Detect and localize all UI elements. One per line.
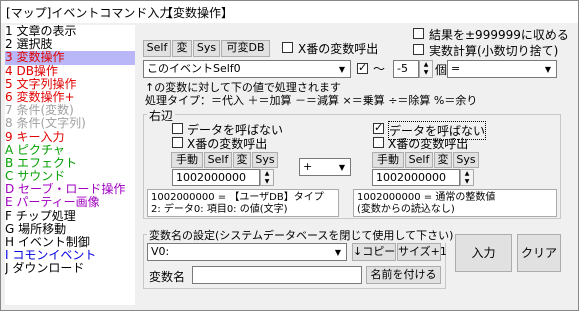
- right-x-call-checkbox[interactable]: [373, 137, 384, 148]
- assign-op-value: =: [451, 62, 461, 75]
- left-x-call-label: X番の変数呼出: [187, 137, 268, 151]
- x-var-call-checkbox[interactable]: [282, 42, 293, 53]
- left-value-spinner[interactable]: ▲ ▼: [260, 169, 274, 186]
- right-value-spinner[interactable]: ▲ ▼: [460, 169, 474, 186]
- target-variable-value: このイベントSelf0: [147, 62, 241, 75]
- left-self-button[interactable]: Self: [204, 152, 232, 168]
- var-name-label: 変数名: [149, 270, 186, 284]
- left-sys-button[interactable]: Sys: [252, 152, 278, 168]
- operator-value: +: [303, 160, 313, 173]
- command-item[interactable]: 3 変数操作: [5, 51, 135, 65]
- x-var-call-label: X番の変数呼出: [298, 42, 379, 56]
- right-side-title: 右辺: [147, 107, 176, 124]
- command-item[interactable]: H イベント制御: [5, 236, 135, 249]
- command-item[interactable]: A ピクチャ: [5, 144, 135, 157]
- command-item[interactable]: 9 キー入力: [5, 131, 135, 144]
- real-calc-checkbox[interactable]: [413, 44, 424, 55]
- limit-checkbox[interactable]: [413, 28, 424, 39]
- limit-label: 結果を±999999に収める: [429, 28, 569, 42]
- title-bar: [マップ]イベントコマンド入力 【変数操作】: [1, 1, 578, 23]
- left-value-field[interactable]: 1002000000: [172, 169, 260, 186]
- var-button[interactable]: 変: [172, 40, 192, 57]
- left-no-call-checkbox[interactable]: [172, 123, 183, 134]
- left-manual-button[interactable]: 手動: [171, 152, 203, 168]
- left-x-call-checkbox[interactable]: [172, 137, 183, 148]
- command-item[interactable]: 2 選択肢: [5, 38, 135, 51]
- right-sys-button[interactable]: Sys: [453, 152, 479, 168]
- command-item[interactable]: 5 文字列操作: [5, 78, 135, 91]
- chevron-down-icon: ▼: [544, 65, 552, 74]
- left-info-text: 1002000000 = 【ユーザDB】タイプ 2: データ0: 項目0: の値…: [147, 189, 339, 217]
- right-manual-button[interactable]: 手動: [372, 152, 404, 168]
- real-calc-label: 実数計算(小数切り捨て): [429, 44, 559, 58]
- var-name-select[interactable]: V0: ▼: [147, 243, 347, 261]
- chevron-down-icon: ▼: [334, 248, 342, 257]
- input-button[interactable]: 入力: [455, 234, 512, 272]
- command-item[interactable]: E パーティー画像: [5, 196, 135, 209]
- copy-button[interactable]: ↓コピー: [352, 243, 396, 261]
- set-name-button[interactable]: 名前を付ける: [366, 266, 441, 284]
- right-no-call-checkbox[interactable]: [373, 121, 384, 134]
- left-var-button[interactable]: 変: [233, 152, 251, 168]
- sys-button[interactable]: Sys: [193, 40, 220, 57]
- right-value-field[interactable]: 1002000000: [372, 169, 460, 186]
- size-plus-button[interactable]: サイズ+1: [397, 243, 447, 261]
- command-list[interactable]: 1 文章の表示 2 選択肢 3 変数操作 4 DB操作 5 文字列操作 6 変数操作+ 7 …: [5, 25, 135, 305]
- var-name-select-value: V0:: [151, 245, 170, 258]
- command-item[interactable]: B エフェクト: [5, 157, 135, 170]
- var-name-field[interactable]: [192, 266, 362, 284]
- count-spinner[interactable]: ▲ ▼: [419, 60, 433, 78]
- operator-select[interactable]: + ▼: [299, 158, 351, 176]
- count-unit: 個: [435, 63, 448, 77]
- command-window: [マップ]イベントコマンド入力 【変数操作】 1 文章の表示 2 選択肢 3 変数操…: [0, 0, 579, 311]
- var-name-group-title: 変数名の設定(システムデータベースを閉じて使用して下さい): [147, 227, 456, 243]
- self-button[interactable]: Self: [143, 40, 171, 57]
- command-item[interactable]: 1 文章の表示: [5, 25, 135, 38]
- command-type-title: 【変数操作】: [161, 6, 234, 20]
- command-item[interactable]: D セーブ・ロード操作: [5, 183, 135, 196]
- variable-db-button[interactable]: 可変DB: [221, 40, 270, 57]
- assign-op-select[interactable]: = ▼: [447, 60, 557, 78]
- count-field[interactable]: -5: [393, 60, 419, 78]
- target-variable-select[interactable]: このイベントSelf0 ▼: [143, 60, 351, 78]
- command-item[interactable]: 4 DB操作: [5, 65, 135, 78]
- right-info-text: 1002000000 = 通常の整数値 (変数からの読込なし): [353, 189, 557, 217]
- right-x-call-label: X番の変数呼出: [388, 137, 469, 151]
- command-item[interactable]: G 場所移動: [5, 223, 135, 236]
- clear-button[interactable]: クリア: [517, 234, 561, 272]
- command-item[interactable]: 8 条件(文字列): [5, 117, 135, 130]
- description-text: ↑の変数に対して下の値で処理されます 処理タイプ：＝代入 ＋＝加算 －＝減算 ×…: [145, 81, 478, 107]
- right-var-button[interactable]: 変: [434, 152, 452, 168]
- window-title: [マップ]イベントコマンド入力: [6, 6, 172, 20]
- chevron-down-icon: ▼: [338, 65, 346, 74]
- command-item[interactable]: C サウンド: [5, 170, 135, 183]
- chevron-down-icon: ▼: [338, 163, 346, 172]
- range-tilde: 〜: [373, 62, 386, 76]
- command-item[interactable]: 6 変数操作+: [5, 91, 135, 104]
- command-item[interactable]: J ダウンロード: [5, 262, 135, 275]
- command-item[interactable]: F チップ処理: [5, 210, 135, 223]
- command-item[interactable]: I コモンイベント: [5, 249, 135, 262]
- right-self-button[interactable]: Self: [405, 152, 433, 168]
- range-checkbox[interactable]: [357, 61, 368, 74]
- command-item[interactable]: 7 条件(変数): [5, 104, 135, 117]
